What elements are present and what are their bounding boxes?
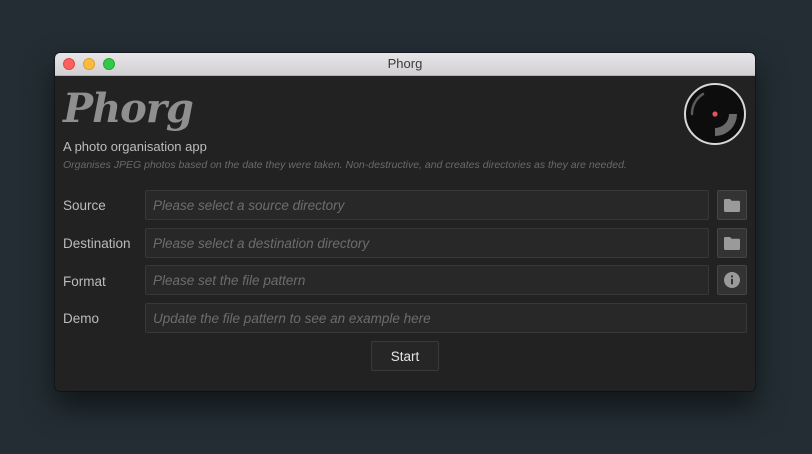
info-icon [724,272,740,288]
title-bar[interactable]: Phorg [55,53,755,76]
app-window: Phorg Phorg A photo organisation app Org… [55,53,755,391]
format-label: Format [63,274,106,289]
format-info-button[interactable] [717,265,747,295]
format-input[interactable] [145,265,709,295]
demo-output[interactable] [145,303,747,333]
demo-label: Demo [63,311,100,326]
progress-spinner-icon [684,83,746,145]
source-browse-button[interactable] [717,190,747,220]
folder-icon [724,198,740,212]
start-button[interactable]: Start [371,341,439,371]
source-label: Source [63,198,106,213]
destination-browse-button[interactable] [717,228,747,258]
app-logo: Phorg [63,85,194,132]
window-title: Phorg [387,56,423,71]
folder-icon [724,236,740,250]
app-tagline: A photo organisation app [63,139,207,154]
app-description: Organises JPEG photos based on the date … [63,159,627,171]
destination-label: Destination [63,236,131,251]
source-input[interactable] [145,190,709,220]
destination-input[interactable] [145,228,709,258]
